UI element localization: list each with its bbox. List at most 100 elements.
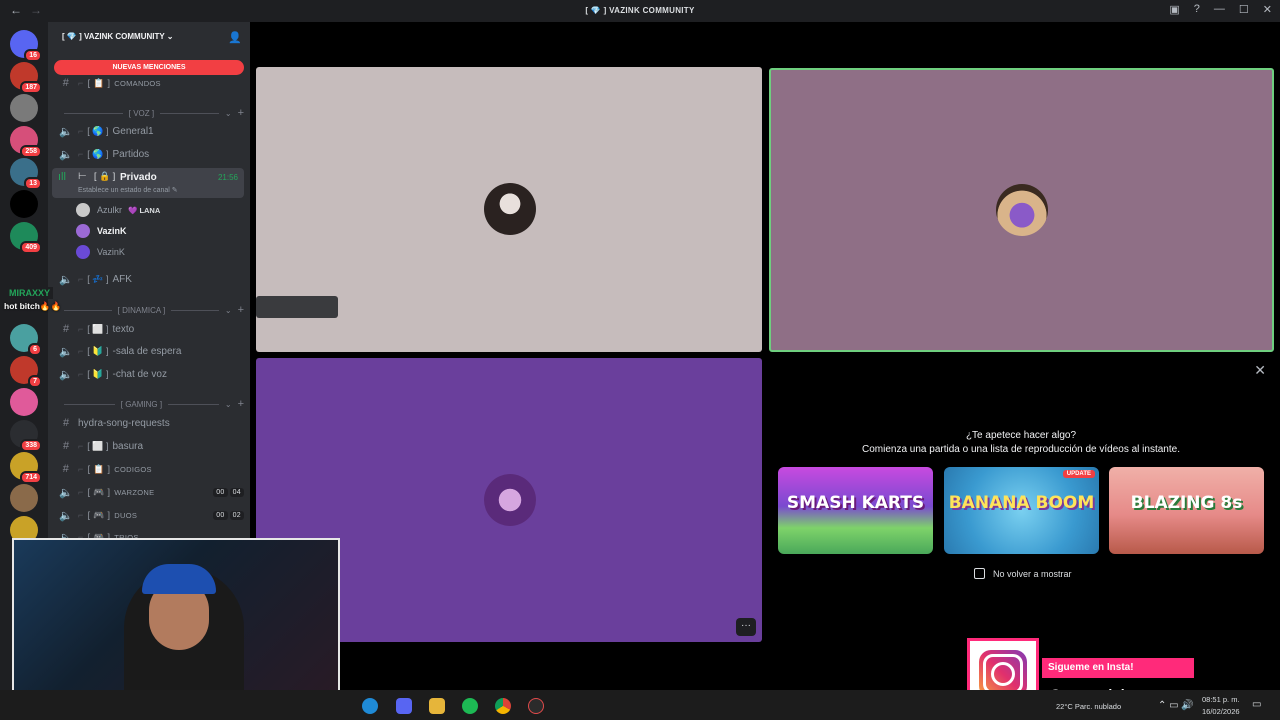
instagram-cta: Sigueme en Insta! (1042, 658, 1194, 678)
server-icon[interactable]: 187 (10, 62, 42, 94)
weather-text[interactable]: 22°C Parc. nublado (1056, 702, 1121, 711)
server-icon[interactable] (10, 484, 38, 512)
voice-user[interactable]: Azulkr 💜 LANA (76, 201, 160, 219)
game-card-banana-boom[interactable]: BANANA BOOM UPDATE (944, 467, 1099, 554)
speaker-icon: 🔈 (59, 486, 73, 499)
voice-user[interactable]: VazinK (76, 222, 127, 240)
channel-warzone[interactable]: 🔈 ⌐[ 🎮 ] WARZONE 00 04 (58, 482, 244, 502)
add-channel-icon[interactable]: + (238, 107, 244, 119)
hash-icon: # (62, 323, 70, 335)
chat-overlay-username: MIRAXXY (6, 287, 54, 299)
channel-status[interactable]: Establece un estado de canal ✎ (78, 186, 178, 194)
hash-icon: # (62, 463, 70, 475)
speaker-icon: 🔈 (59, 273, 73, 286)
speaker-icon: 🔈 (59, 368, 73, 381)
channel-codigos[interactable]: # ⌐[ 📋 ] CODIGOS (58, 459, 244, 479)
chat-overlay-message: hot bitch🔥🔥 (4, 301, 62, 311)
game-card-blazing-8s[interactable]: BLAZING 8s (1109, 467, 1264, 554)
channel-duos[interactable]: 🔈 ⌐[ 🎮 ] DUOS 00 02 (58, 505, 244, 525)
server-icon[interactable]: 409 (10, 222, 42, 254)
server-icon[interactable]: 258 (10, 126, 42, 158)
notification-icon[interactable]: ▭ (1252, 699, 1261, 710)
server-icon[interactable] (10, 388, 38, 416)
avatar (996, 184, 1048, 236)
chrome-icon[interactable] (495, 698, 511, 714)
avatar (76, 224, 90, 238)
speaker-icon: 🔈 (59, 148, 73, 161)
server-icon[interactable]: 6 (10, 324, 42, 356)
category-voz[interactable]: [ VOZ ] ⌄ + (58, 105, 244, 121)
help-icon[interactable]: ? (1194, 3, 1200, 16)
server-icon[interactable]: 16 (10, 30, 42, 62)
voice-user[interactable]: VazinK (76, 243, 125, 261)
server-icon[interactable]: 7 (10, 356, 42, 388)
checkbox[interactable] (974, 568, 985, 579)
windows-taskbar: 22°C Parc. nublado ⌃ ▭ 🔊 08:51 p. m. 16/… (0, 690, 1280, 720)
channel-hydra-song-requests[interactable]: # hydra-song-requests (58, 413, 244, 433)
channel-chat-de-voz[interactable]: 🔈 ⌐[ 🔰 ] -chat de voz (58, 364, 244, 384)
activity-subprompt: Comienza una partida o una lista de repr… (862, 444, 1180, 455)
streamer-cap (142, 564, 216, 594)
unread-badge: 258 (20, 145, 42, 158)
unread-badge: 7 (28, 375, 42, 388)
channel-privado[interactable]: ıll ⊢ [ 🔒 ] Privado 21:56 Establece un e… (52, 168, 244, 198)
channel-afk[interactable]: 🔈 ⌐[ 💤 ] AFK (58, 269, 244, 289)
speaker-icon: 🔈 (59, 125, 73, 138)
edge-icon[interactable] (362, 698, 378, 714)
close-window-icon[interactable]: ✕ (1263, 3, 1272, 16)
window-title: [ 💎 ] VAZINK COMMUNITY (585, 6, 695, 15)
speaker-icon: 🔈 (59, 345, 73, 358)
avatar (484, 183, 536, 235)
channel-comandos[interactable]: # ⌐[ 📋 ] COMANDOS (58, 73, 244, 93)
hash-icon: # (62, 440, 70, 452)
speaker-icon: 🔈 (59, 509, 73, 522)
unread-badge: 16 (24, 49, 42, 62)
voice-active-icon: ıll (58, 171, 66, 183)
category-gaming[interactable]: [ GAMING ] ⌄ + (58, 396, 244, 412)
channel-timer: 21:56 (217, 173, 238, 182)
file-explorer-icon[interactable] (429, 698, 445, 714)
lock-icon: [ 🔒 ] (94, 171, 116, 181)
spotify-icon[interactable] (462, 698, 478, 714)
more-options-button[interactable]: ··· (736, 618, 756, 636)
unread-badge: 338 (20, 439, 42, 452)
participant-tile-speaking[interactable] (769, 68, 1274, 352)
maximize-icon[interactable]: ☐ (1239, 3, 1249, 16)
channel-partidos[interactable]: 🔈 ⌐[ 🌎 ] Partidos (58, 144, 244, 164)
do-not-show-again-checkbox[interactable]: No volver a mostrar (974, 568, 1072, 579)
add-member-icon[interactable]: 👤 (228, 31, 242, 44)
server-icon[interactable]: 13 (10, 158, 42, 190)
activity-prompt: ¿Te apetece hacer algo? (965, 430, 1077, 441)
category-dinamica[interactable]: [ DINAMICA ] ⌄ + (58, 302, 244, 318)
hash-icon: # (62, 417, 70, 429)
channel-texto[interactable]: # ⌐[ ⬜ ] texto (58, 319, 244, 339)
channel-basura[interactable]: # ⌐[ ⬜ ] basura (58, 436, 244, 456)
title-bar: ← → [ 💎 ] VAZINK COMMUNITY ▣ ? — ☐ ✕ (0, 0, 1280, 22)
server-icon[interactable] (10, 190, 38, 218)
unread-badge: 6 (28, 343, 42, 356)
close-icon[interactable]: ✕ (1254, 362, 1266, 379)
update-badge: UPDATE (1062, 470, 1095, 478)
overlay-bar (256, 296, 338, 318)
channel-sala-de-espera[interactable]: 🔈 ⌐[ 🔰 ] -sala de espera (58, 341, 244, 361)
discord-icon[interactable] (396, 698, 412, 714)
avatar (76, 203, 90, 217)
avatar (76, 245, 90, 259)
unread-badge: 187 (20, 81, 42, 94)
tray-icons[interactable]: ⌃ ▭ 🔊 (1158, 700, 1194, 711)
game-card-smash-karts[interactable]: SMASH KARTS (778, 467, 933, 554)
obs-icon[interactable] (528, 698, 544, 714)
channel-general1[interactable]: 🔈 ⌐[ 🌎 ] General1 (58, 121, 244, 141)
minimize-icon[interactable]: — (1214, 3, 1225, 16)
avatar (484, 474, 536, 526)
hash-icon: # (62, 77, 70, 89)
unread-badge: 714 (20, 471, 42, 484)
server-name-header[interactable]: [ 💎 ] VAZINK COMMUNITY ⌄ (62, 32, 173, 41)
server-icon[interactable]: 714 (10, 452, 42, 484)
activity-suggestion-panel: ✕ ¿Te apetece hacer algo? Comienza una p… (768, 360, 1274, 640)
inbox-icon[interactable]: ▣ (1169, 3, 1179, 16)
clock-time[interactable]: 08:51 p. m. (1202, 695, 1240, 704)
clock-date[interactable]: 16/02/2026 (1202, 707, 1240, 716)
server-icon[interactable]: 338 (10, 420, 42, 452)
server-icon[interactable] (10, 94, 38, 122)
